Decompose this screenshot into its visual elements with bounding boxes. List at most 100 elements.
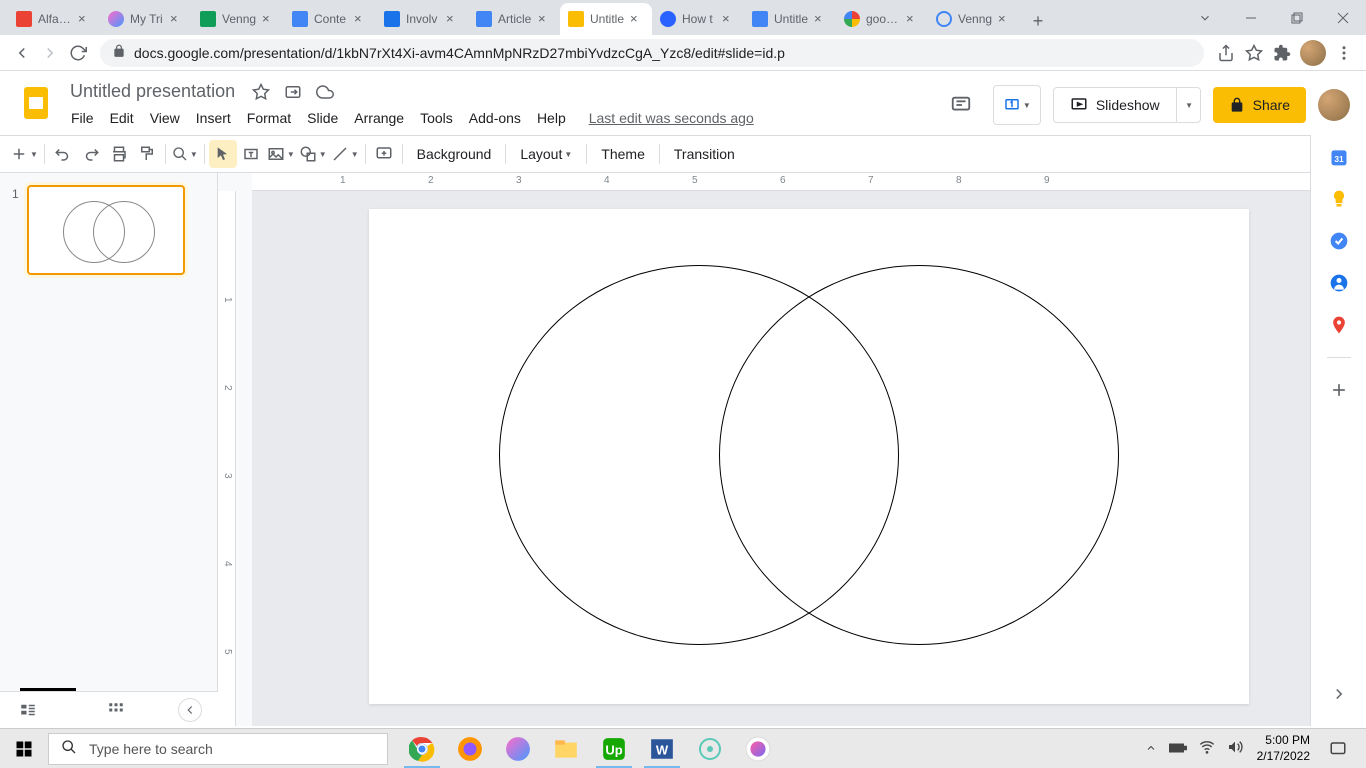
forward-button[interactable] — [36, 39, 64, 67]
maximize-button[interactable] — [1274, 0, 1320, 35]
browser-tab[interactable]: Untitle× — [744, 3, 836, 35]
close-tab-icon[interactable]: × — [446, 12, 460, 26]
menu-addons[interactable]: Add-ons — [462, 106, 528, 130]
undo-button[interactable] — [49, 140, 77, 168]
canvas-scroll-area[interactable] — [252, 191, 1366, 726]
present-to-meeting-button[interactable]: ▼ — [993, 85, 1041, 125]
chevron-down-icon[interactable] — [1182, 0, 1228, 35]
browser-tab[interactable]: google× — [836, 3, 928, 35]
close-tab-icon[interactable]: × — [170, 12, 184, 26]
cloud-status-icon[interactable] — [313, 80, 337, 104]
start-button[interactable] — [0, 729, 48, 768]
star-icon[interactable] — [249, 80, 273, 104]
add-addon-icon[interactable] — [1329, 380, 1349, 400]
slide-thumbnail[interactable] — [27, 185, 185, 275]
zoom-button[interactable]: ▼ — [170, 140, 200, 168]
background-button[interactable]: Background — [407, 140, 502, 168]
menu-insert[interactable]: Insert — [189, 106, 238, 130]
hide-side-panel-button[interactable] — [1330, 685, 1348, 708]
share-button[interactable]: Share — [1213, 87, 1306, 123]
filmstrip-view-icon[interactable] — [16, 698, 40, 722]
theme-button[interactable]: Theme — [591, 140, 655, 168]
comment-button[interactable] — [370, 140, 398, 168]
back-button[interactable] — [8, 39, 36, 67]
collapse-filmstrip-button[interactable] — [178, 698, 202, 722]
wifi-icon[interactable] — [1193, 739, 1221, 758]
browser-tab[interactable]: Article× — [468, 3, 560, 35]
close-tab-icon[interactable]: × — [354, 12, 368, 26]
vertical-ruler[interactable]: 1 2 3 4 5 — [218, 191, 236, 726]
browser-profile-avatar[interactable] — [1300, 40, 1326, 66]
upwork-taskbar-icon[interactable]: Up — [592, 729, 636, 768]
app-taskbar-icon[interactable] — [688, 729, 732, 768]
browser-menu-icon[interactable] — [1330, 39, 1358, 67]
account-avatar[interactable] — [1318, 89, 1350, 121]
extensions-icon[interactable] — [1268, 39, 1296, 67]
last-edit-link[interactable]: Last edit was seconds ago — [589, 110, 754, 126]
transition-button[interactable]: Transition — [664, 140, 745, 168]
chrome-taskbar-icon[interactable] — [400, 729, 444, 768]
messenger-taskbar-icon[interactable] — [496, 729, 540, 768]
browser-tab[interactable]: My Tri× — [100, 3, 192, 35]
bookmark-icon[interactable] — [1240, 39, 1268, 67]
tasks-icon[interactable] — [1329, 231, 1349, 251]
menu-edit[interactable]: Edit — [103, 106, 141, 130]
print-button[interactable] — [105, 140, 133, 168]
browser-tab[interactable]: Venng× — [928, 3, 1020, 35]
select-tool-button[interactable] — [209, 140, 237, 168]
calendar-icon[interactable]: 31 — [1329, 147, 1349, 167]
menu-slide[interactable]: Slide — [300, 106, 345, 130]
menu-view[interactable]: View — [143, 106, 187, 130]
venn-circle-right[interactable] — [719, 265, 1119, 645]
shape-button[interactable]: ▼ — [297, 140, 329, 168]
close-tab-icon[interactable]: × — [814, 12, 828, 26]
firefox-taskbar-icon[interactable] — [448, 729, 492, 768]
slideshow-dropdown[interactable]: ▼ — [1176, 88, 1200, 122]
keep-icon[interactable] — [1329, 189, 1349, 209]
image-button[interactable]: ▼ — [265, 140, 297, 168]
menu-format[interactable]: Format — [240, 106, 298, 130]
browser-tab-active[interactable]: Untitle× — [560, 3, 652, 35]
layout-button[interactable]: Layout▼ — [510, 140, 582, 168]
document-title[interactable]: Untitled presentation — [64, 79, 241, 104]
menu-help[interactable]: Help — [530, 106, 573, 130]
slide-canvas[interactable] — [369, 209, 1249, 704]
slides-logo-icon[interactable] — [16, 83, 56, 123]
notifications-button[interactable] — [1318, 729, 1358, 768]
redo-button[interactable] — [77, 140, 105, 168]
move-icon[interactable] — [281, 80, 305, 104]
line-button[interactable]: ▼ — [329, 140, 361, 168]
taskbar-clock[interactable]: 5:00 PM 2/17/2022 — [1249, 733, 1318, 764]
close-tab-icon[interactable]: × — [78, 12, 92, 26]
maps-icon[interactable] — [1329, 315, 1349, 335]
textbox-button[interactable] — [237, 140, 265, 168]
new-slide-button[interactable]: ▼ — [8, 140, 40, 168]
menu-file[interactable]: File — [64, 106, 101, 130]
reload-button[interactable] — [64, 39, 92, 67]
battery-icon[interactable] — [1163, 741, 1193, 757]
close-tab-icon[interactable]: × — [630, 12, 644, 26]
word-taskbar-icon[interactable]: W — [640, 729, 684, 768]
close-tab-icon[interactable]: × — [998, 12, 1012, 26]
browser-tab[interactable]: Alfafus× — [8, 3, 100, 35]
browser-tab[interactable]: How t× — [652, 3, 744, 35]
tray-expand-icon[interactable] — [1139, 741, 1163, 757]
comment-history-icon[interactable] — [941, 85, 981, 125]
close-window-button[interactable] — [1320, 0, 1366, 35]
close-tab-icon[interactable]: × — [722, 12, 736, 26]
share-page-icon[interactable] — [1212, 39, 1240, 67]
paint-format-button[interactable] — [133, 140, 161, 168]
itunes-taskbar-icon[interactable] — [736, 729, 780, 768]
new-tab-button[interactable]: + — [1024, 7, 1052, 35]
browser-tab[interactable]: Involv× — [376, 3, 468, 35]
browser-tab[interactable]: Conte× — [284, 3, 376, 35]
slideshow-button[interactable]: Slideshow — [1054, 88, 1176, 122]
browser-tab[interactable]: Venng× — [192, 3, 284, 35]
horizontal-ruler[interactable]: 1 2 3 4 5 6 7 8 9 — [252, 173, 1366, 191]
close-tab-icon[interactable]: × — [538, 12, 552, 26]
close-tab-icon[interactable]: × — [906, 12, 920, 26]
slide-filmstrip[interactable]: 1 — [0, 173, 218, 726]
volume-icon[interactable] — [1221, 739, 1249, 758]
contacts-icon[interactable] — [1329, 273, 1349, 293]
menu-arrange[interactable]: Arrange — [347, 106, 411, 130]
